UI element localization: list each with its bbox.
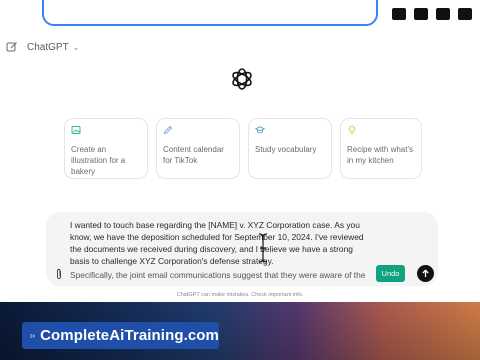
window-control-icon[interactable] [458,8,472,20]
openai-logo-icon [232,68,252,90]
suggestion-card-illustration[interactable]: Create an illustration for a bakery [64,118,148,179]
window-control-icon[interactable] [414,8,428,20]
chevron-down-icon: ⌄ [72,43,80,52]
undo-button[interactable]: Undo [376,265,405,282]
window-control-icon[interactable] [392,8,406,20]
model-selector-label: ChatGPT [27,42,69,53]
image-icon [71,126,81,134]
lightbulb-icon [348,125,356,135]
suggestion-card-recipe[interactable]: Recipe with what's in my kitchen [340,118,422,179]
message-paragraph: Specifically, the joint email communicat… [70,270,366,280]
suggestion-label: Study vocabulary [255,145,317,154]
message-paragraph: I wanted to touch base regarding the [NA… [70,220,364,266]
new-chat-icon[interactable] [6,41,18,53]
brand-logo-pill[interactable]: CompleteAiTraining.com [22,322,219,349]
text-cursor-icon [258,233,268,263]
suggestion-cards: Create an illustration for a bakery Cont… [64,118,422,179]
graduation-cap-icon [254,126,266,134]
disclaimer-text: ChatGPT can make mistakes. Check importa… [176,292,304,298]
pen-icon [163,125,173,135]
suggestion-card-content-calendar[interactable]: Content calendar for TikTok [156,118,240,179]
suggestion-label: Recipe with what's in my kitchen [347,145,413,165]
promo-banner: CompleteAiTraining.com [0,302,480,360]
message-composer[interactable]: I wanted to touch base regarding the [NA… [46,212,438,286]
suggestion-label: Content calendar for TikTok [163,145,224,165]
brand-logo-icon [30,333,36,338]
paperclip-icon[interactable] [54,268,64,280]
app-header: ChatGPT ⌄ [0,38,480,58]
browser-top-bar [0,0,480,32]
arrow-up-icon [422,269,429,277]
address-bar[interactable] [42,0,378,26]
window-control-icon[interactable] [436,8,450,20]
message-input[interactable]: I wanted to touch base regarding the [NA… [70,219,370,283]
suggestion-card-vocabulary[interactable]: Study vocabulary [248,118,332,179]
suggestion-label: Create an illustration for a bakery [71,145,126,176]
brand-text: CompleteAiTraining.com [40,327,219,344]
model-selector[interactable]: ChatGPT ⌄ [27,42,79,53]
send-button[interactable] [417,265,434,282]
